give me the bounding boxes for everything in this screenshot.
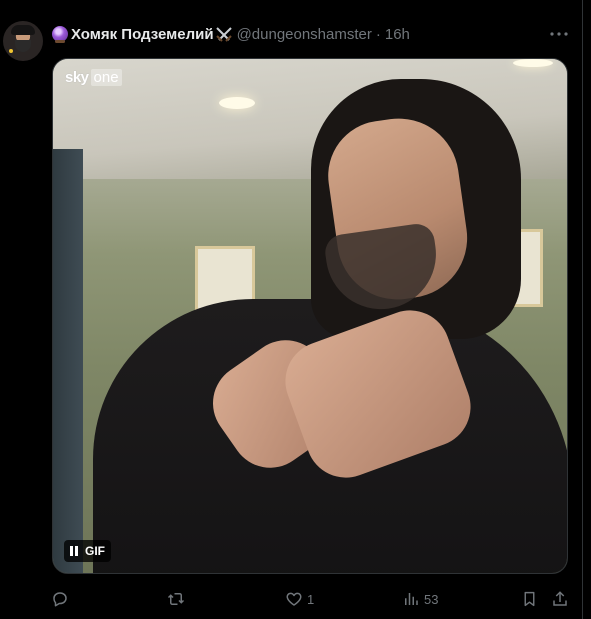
author-handle[interactable]: @dungeonshamster bbox=[237, 26, 372, 43]
timeline-border bbox=[582, 0, 583, 619]
watermark-sky: sky bbox=[65, 69, 89, 86]
pause-icon bbox=[70, 546, 78, 556]
scene-ceiling-light bbox=[513, 59, 553, 67]
author-name[interactable]: Хомяк Подземелий bbox=[71, 26, 214, 43]
views-count: 53 bbox=[424, 591, 439, 607]
tweet-actions: 1 53 bbox=[0, 589, 582, 609]
more-icon bbox=[550, 32, 568, 36]
share-icon bbox=[553, 591, 567, 606]
gif-media[interactable]: sky one GIF bbox=[52, 58, 568, 574]
avatar-hat bbox=[11, 25, 35, 35]
gif-pause-button[interactable]: GIF bbox=[64, 540, 111, 562]
more-button[interactable] bbox=[549, 24, 569, 44]
bookmark-icon bbox=[524, 591, 535, 607]
like-button[interactable]: 1 bbox=[285, 589, 314, 609]
retweet-button[interactable] bbox=[166, 589, 190, 609]
avatar-decoration bbox=[9, 49, 13, 53]
retweet-icon bbox=[167, 593, 185, 605]
gif-label: GIF bbox=[85, 544, 105, 558]
scene-ceiling-light bbox=[219, 97, 255, 109]
avatar-beard bbox=[15, 40, 31, 52]
tweet[interactable]: Хомяк Подземелий @dungeonshamster · 16h bbox=[0, 0, 582, 619]
crossed-swords-icon bbox=[215, 27, 232, 42]
timestamp[interactable]: 16h bbox=[385, 26, 410, 43]
scene-door bbox=[53, 149, 83, 573]
heart-icon bbox=[286, 592, 302, 606]
like-count: 1 bbox=[307, 591, 315, 607]
views-icon bbox=[405, 593, 418, 605]
crystal-ball-icon bbox=[52, 26, 68, 43]
avatar[interactable] bbox=[3, 21, 43, 61]
views-button[interactable]: 53 bbox=[402, 589, 438, 609]
separator-dot: · bbox=[375, 25, 381, 43]
bookmark-button[interactable] bbox=[521, 589, 538, 609]
sky-one-watermark: sky one bbox=[65, 69, 122, 86]
tweet-header: Хомяк Подземелий @dungeonshamster · 16h bbox=[52, 24, 410, 44]
reply-button[interactable] bbox=[51, 589, 73, 609]
share-button[interactable] bbox=[551, 589, 569, 609]
watermark-one: one bbox=[90, 69, 122, 86]
reply-icon bbox=[53, 592, 67, 607]
